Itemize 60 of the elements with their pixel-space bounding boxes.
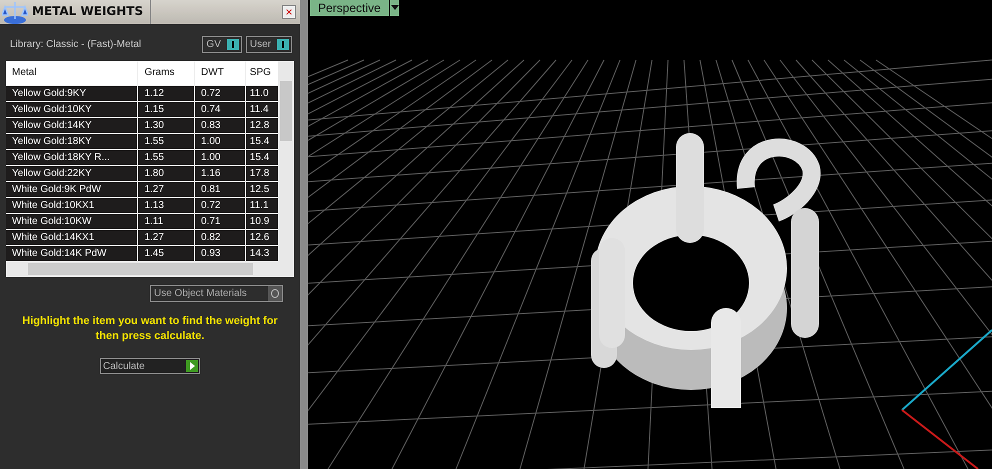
table-cell-text: 15.4 (248, 151, 270, 165)
table-cell: 1.12 (138, 86, 196, 101)
table-cell: White Gold:14KX1 (6, 230, 138, 245)
column-header[interactable]: DWT (195, 61, 246, 85)
table-cell: 1.55 (138, 150, 196, 165)
panel-splitter[interactable] (300, 0, 308, 469)
toggle-button[interactable]: User (246, 36, 292, 53)
table-cell-text: 14.3 (248, 247, 270, 261)
scale-icon (2, 0, 28, 25)
table-cell: White Gold:10KW (6, 214, 138, 229)
instruction-text: Highlight the item you want to find the weight for then press calculate. (21, 314, 279, 344)
table-cell-text: 11.0 (248, 87, 270, 101)
table-cell: 1.55 (138, 134, 196, 149)
table-cell-text: 12.8 (248, 119, 270, 133)
table-cell: 0.74 (195, 102, 246, 117)
table-cell: 1.00 (195, 150, 246, 165)
table-cell: 1.16 (195, 166, 246, 181)
view-name-tab[interactable]: Perspective (310, 0, 389, 16)
table-cell: White Gold:10KX1 (6, 198, 138, 213)
table-cell: 1.13 (138, 198, 196, 213)
close-button[interactable]: × (282, 5, 296, 19)
table-cell: Yellow Gold:18KY R... (6, 150, 138, 165)
table-cell: 0.72 (195, 86, 246, 101)
table-cell: 1.15 (138, 102, 196, 117)
table-cell-text: 10.9 (248, 215, 270, 229)
table-cell: Yellow Gold:18KY (6, 134, 138, 149)
table-cell-text: 11.4 (248, 103, 270, 117)
toggle-button[interactable]: GV (202, 36, 242, 53)
use-object-materials-toggle[interactable]: Use Object Materials (150, 285, 283, 302)
column-header[interactable]: SPG (246, 61, 278, 85)
table-cell-text: 12.5 (248, 183, 270, 197)
table-cell: 0.81 (195, 182, 246, 197)
table-cell: 0.83 (195, 118, 246, 133)
table-cell: 1.27 (138, 182, 196, 197)
calculate-button[interactable]: Calculate (100, 358, 200, 374)
table-cell: 1.80 (138, 166, 196, 181)
table-cell: 0.72 (195, 198, 246, 213)
table-cell-text: 15.4 (248, 135, 270, 149)
3d-viewport[interactable]: Perspective (308, 0, 992, 469)
horizontal-scrollbar[interactable] (6, 261, 294, 277)
table-cell: 1.11 (138, 214, 196, 229)
table-cell: Yellow Gold:9KY (6, 86, 138, 101)
table-cell: 1.00 (195, 134, 246, 149)
table-cell-text: 17.8 (248, 167, 270, 181)
table-cell: White Gold:9K PdW (6, 182, 138, 197)
column-header[interactable]: Metal (6, 61, 138, 85)
table-cell: 1.27 (138, 230, 196, 245)
column-header[interactable]: Grams (138, 61, 196, 85)
vertical-scrollbar[interactable] (278, 61, 294, 261)
table-cell-text: 12.6 (248, 231, 270, 245)
table-cell: 0.82 (195, 230, 246, 245)
table-cell-text: 11.1 (248, 199, 270, 213)
table-cell: 0.71 (195, 214, 246, 229)
library-label: Library: Classic - (Fast)-Metal (10, 39, 142, 50)
table-cell: Yellow Gold:22KY (6, 166, 138, 181)
dropdown-caret-icon[interactable] (388, 0, 399, 16)
panel-title: METAL WEIGHTS (32, 0, 151, 24)
table-cell: 1.30 (138, 118, 196, 133)
table-cell: Yellow Gold:10KY (6, 102, 138, 117)
table-cell: Yellow Gold:14KY (6, 118, 138, 133)
